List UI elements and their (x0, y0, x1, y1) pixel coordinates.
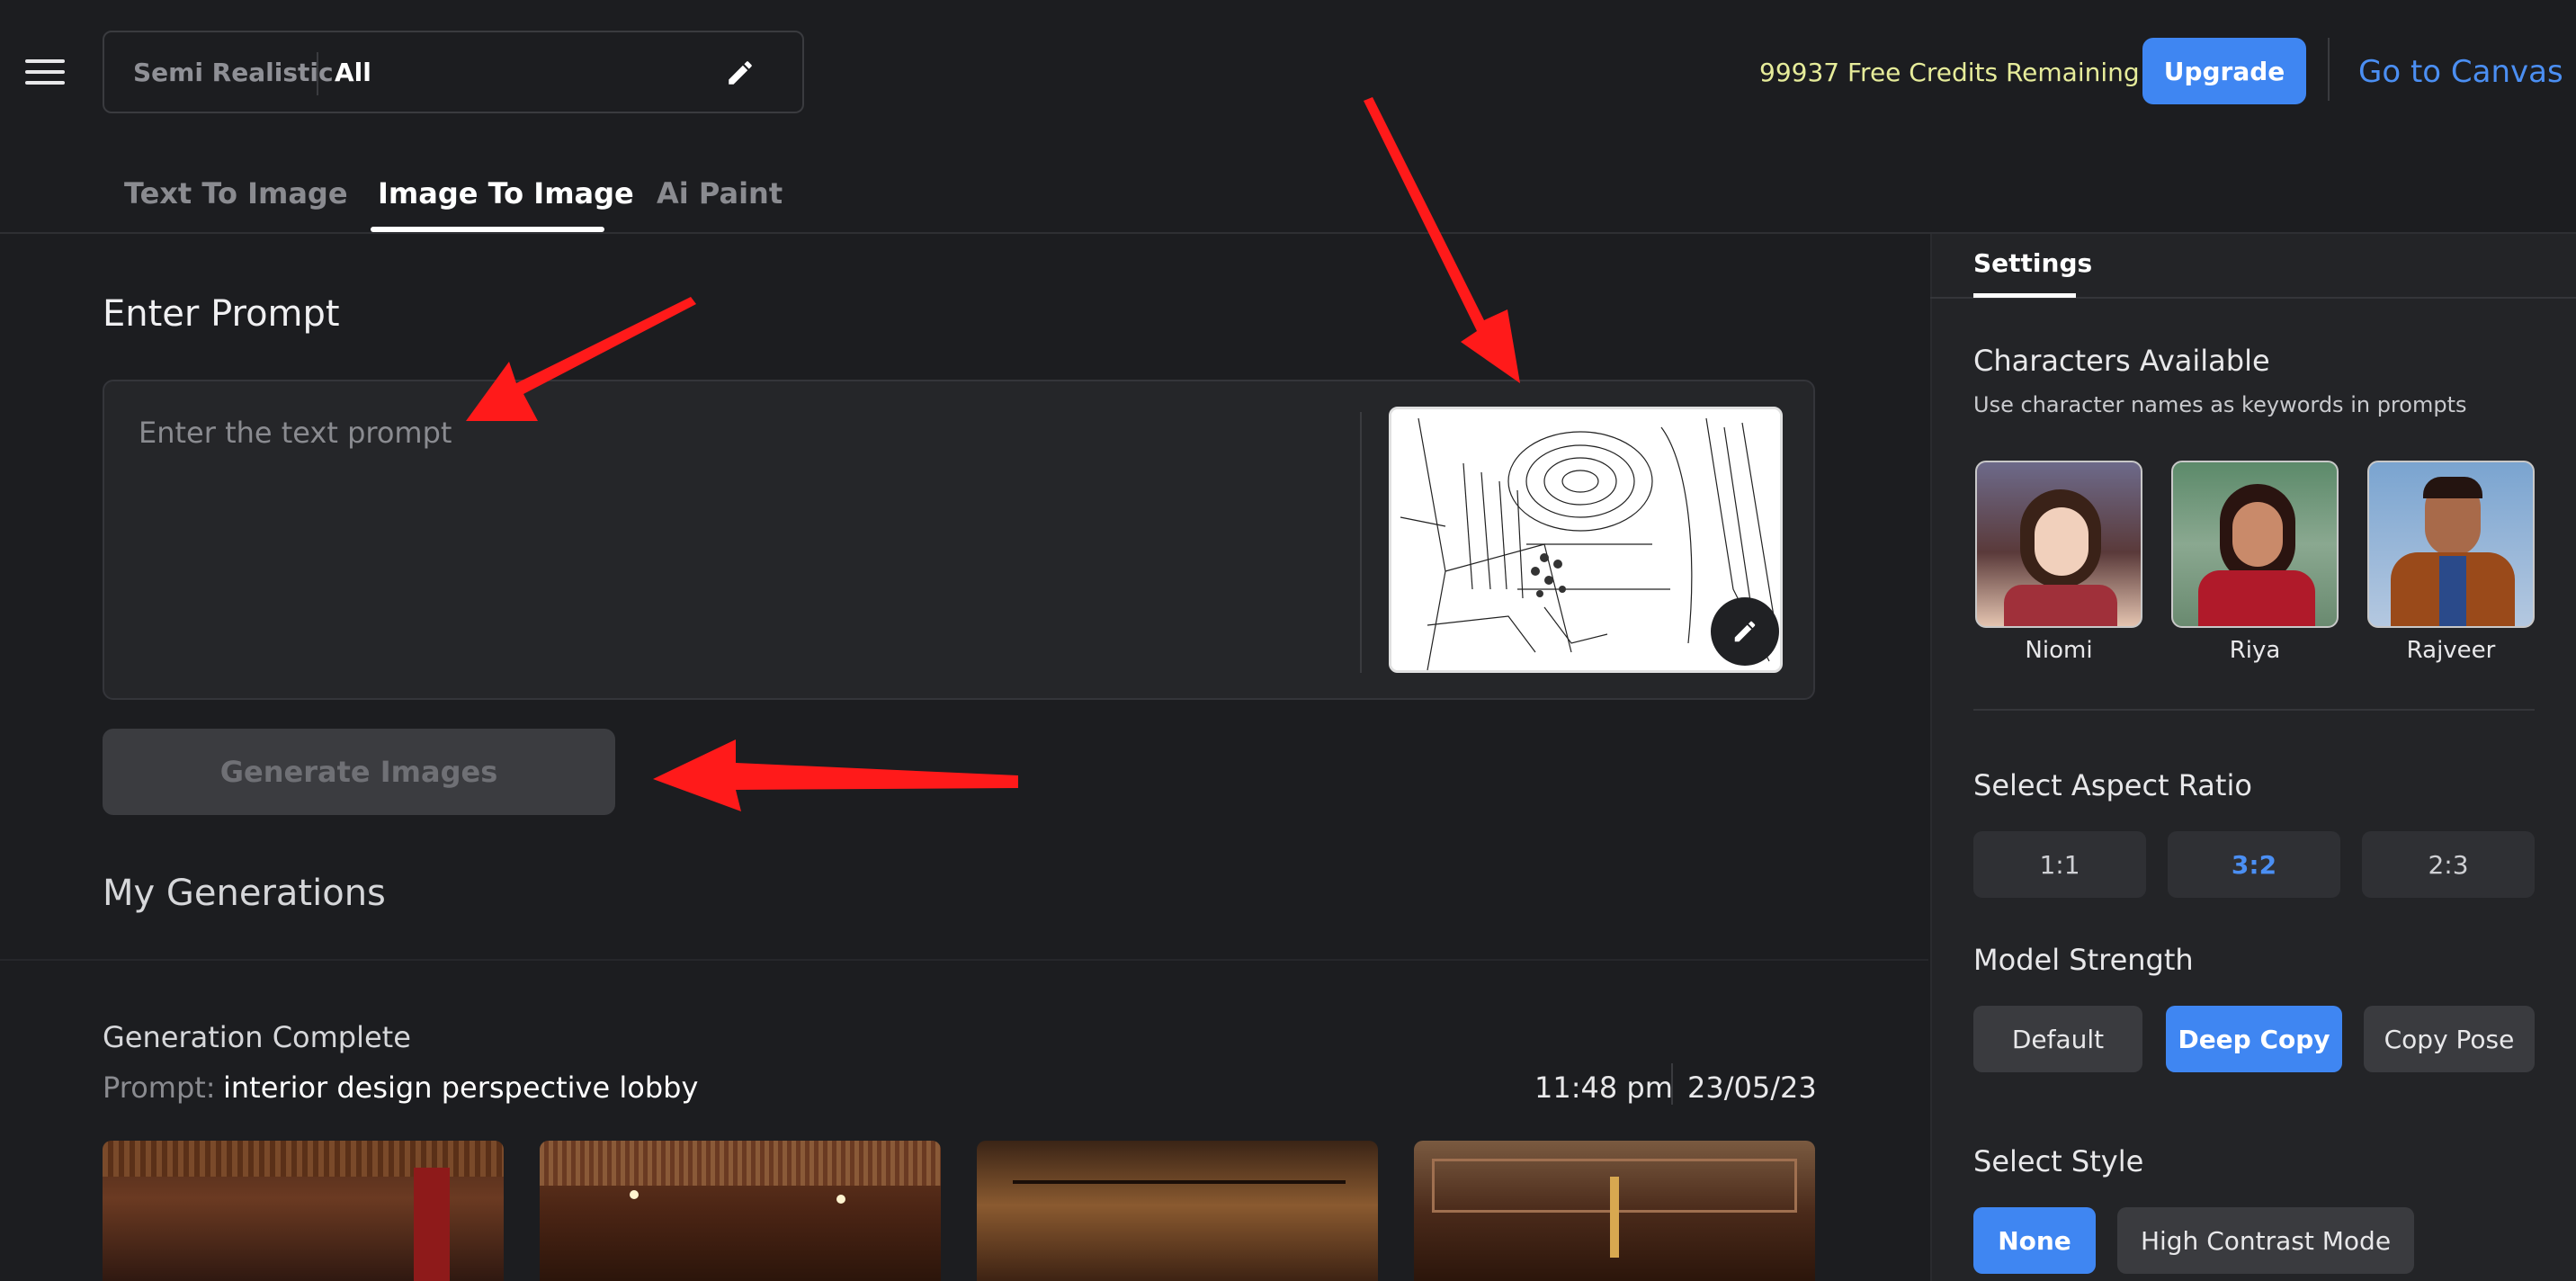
character-name: Riya (2229, 637, 2281, 664)
characters-heading: Characters Available (1973, 344, 2270, 378)
hamburger-menu-icon[interactable] (25, 59, 65, 86)
model-category-label: All (335, 58, 371, 87)
tab-ai-paint[interactable]: Ai Paint (657, 176, 783, 211)
select-style-heading: Select Style (1973, 1144, 2144, 1178)
tab-text-to-image[interactable]: Text To Image (124, 176, 348, 211)
pencil-icon[interactable] (725, 58, 756, 88)
sidebar-divider (1973, 709, 2535, 711)
generated-image-thumbnail[interactable] (540, 1141, 941, 1281)
generation-status: Generation Complete (103, 1020, 411, 1054)
generated-image-thumbnail[interactable] (1414, 1141, 1815, 1281)
header-divider (2328, 38, 2330, 101)
generated-image-thumbnail[interactable] (103, 1141, 504, 1281)
settings-sidebar (1930, 234, 2576, 1281)
model-selector-divider (317, 52, 318, 95)
generate-images-button[interactable]: Generate Images (103, 729, 615, 815)
generation-date: 23/05/23 (1687, 1070, 1817, 1105)
aspect-option-3-2[interactable]: 3:2 (2168, 831, 2340, 898)
credits-remaining: 99937 Free Credits Remaining (1759, 58, 2140, 87)
tab-image-to-image[interactable]: Image To Image (378, 176, 634, 211)
aspect-option-1-1[interactable]: 1:1 (1973, 831, 2146, 898)
generations-divider (0, 959, 1928, 961)
tab-settings[interactable]: Settings (1973, 248, 2092, 278)
settings-tab-indicator (1973, 293, 2076, 298)
go-to-canvas-link[interactable]: Go to Canvas (2358, 54, 2563, 90)
strength-default-button[interactable]: Default (1973, 1006, 2142, 1072)
my-generations-heading: My Generations (103, 873, 386, 914)
generation-prompt-label: Prompt: (103, 1070, 216, 1105)
strength-deep-copy-button[interactable]: Deep Copy (2166, 1006, 2342, 1072)
character-name: Niomi (2025, 637, 2093, 664)
characters-subtext: Use character names as keywords in promp… (1973, 392, 2467, 417)
character-name: Rajveer (2406, 637, 2496, 664)
arrow-to-generate-icon (653, 739, 1018, 811)
aspect-ratio-heading: Select Aspect Ratio (1973, 768, 2252, 802)
arrow-to-image-icon (1364, 97, 1520, 383)
model-selector[interactable]: Semi Realistic All (103, 31, 804, 113)
style-high-contrast-button[interactable]: High Contrast Mode (2117, 1207, 2414, 1274)
model-strength-heading: Model Strength (1973, 943, 2194, 977)
prompt-heading: Enter Prompt (103, 293, 340, 335)
generation-meta-divider (1671, 1063, 1673, 1105)
model-style-label: Semi Realistic (133, 58, 334, 87)
upgrade-button[interactable]: Upgrade (2142, 38, 2306, 104)
character-avatar-rajveer[interactable] (2367, 461, 2535, 628)
style-none-button[interactable]: None (1973, 1207, 2096, 1274)
aspect-option-2-3[interactable]: 2:3 (2362, 831, 2535, 898)
prompt-divider (1360, 412, 1362, 673)
pencil-icon (1734, 621, 1756, 642)
character-avatar-niomi[interactable] (1975, 461, 2142, 628)
prompt-placeholder: Enter the text prompt (139, 416, 452, 450)
generation-prompt-text: interior design perspective lobby (223, 1070, 699, 1105)
character-avatar-riya[interactable] (2171, 461, 2339, 628)
edit-image-button[interactable] (1711, 597, 1779, 666)
generated-image-thumbnail[interactable] (977, 1141, 1378, 1281)
generation-time: 11:48 pm (1534, 1070, 1673, 1105)
strength-copy-pose-button[interactable]: Copy Pose (2364, 1006, 2535, 1072)
